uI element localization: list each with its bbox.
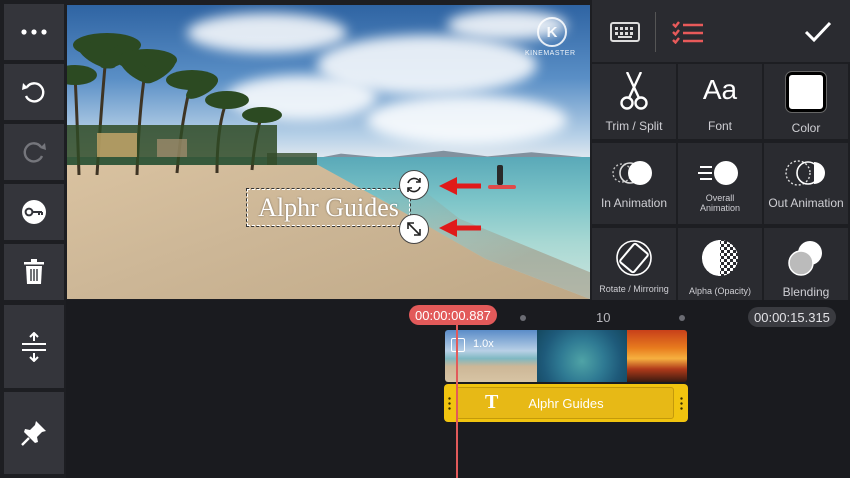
- text-clip[interactable]: T Alphr Guides: [444, 384, 688, 422]
- in-animation-option[interactable]: In Animation: [592, 143, 676, 224]
- more-button[interactable]: [4, 4, 64, 60]
- panel-header: [592, 0, 850, 62]
- blending-option[interactable]: Blending: [764, 228, 848, 300]
- overall-animation-label: Overall Animation: [699, 193, 741, 213]
- checkmark-icon[interactable]: [804, 20, 832, 44]
- redo-icon: [23, 142, 46, 163]
- undo-icon: [22, 82, 45, 103]
- color-swatch-icon: [785, 71, 827, 113]
- key-icon: [22, 200, 46, 224]
- rotate-handle[interactable]: [399, 170, 429, 200]
- resize-handle[interactable]: [399, 214, 429, 244]
- rotate-mirroring-label: Rotate / Mirroring: [599, 284, 669, 294]
- text-layer-box[interactable]: Alphr Guides: [246, 188, 411, 227]
- kinemaster-editor: K KINEMASTER Alphr Guides Trim / Split A…: [0, 0, 850, 478]
- expand-vertical-icon: [22, 331, 46, 362]
- redo-button[interactable]: [4, 124, 64, 180]
- in-animation-label: In Animation: [600, 196, 668, 210]
- blending-label: Blending: [782, 285, 830, 299]
- video-preview[interactable]: K KINEMASTER Alphr Guides: [67, 5, 590, 299]
- clip-thumbnail-underwater: [537, 330, 627, 382]
- out-animation-icon: [785, 160, 825, 186]
- paddleboarder: [497, 165, 503, 185]
- ruler-label: 10: [596, 310, 611, 325]
- clip-speed: 1.0x: [473, 338, 494, 350]
- rotate-mirroring-option[interactable]: Rotate / Mirroring: [592, 228, 676, 300]
- trim-split-option[interactable]: Trim / Split: [592, 64, 676, 139]
- undo-button[interactable]: [4, 64, 64, 120]
- annotation-arrow-icon: [439, 219, 481, 237]
- overall-animation-option[interactable]: Overall Animation: [678, 143, 762, 224]
- timeline-expand-button[interactable]: [4, 305, 64, 388]
- clip-frame-icon: [451, 338, 465, 352]
- text-clip-body: T Alphr Guides: [456, 387, 674, 419]
- font-icon: Aa: [702, 74, 738, 105]
- pin-icon: [21, 421, 46, 446]
- text-clip-label: Alphr Guides: [528, 395, 604, 411]
- watermark-text: KINEMASTER: [525, 50, 576, 57]
- clip-thumbnail-beach: 1.0x: [445, 330, 537, 382]
- kinemaster-logo-icon: K: [537, 17, 567, 47]
- paddleboard: [488, 185, 516, 189]
- font-label: Font: [707, 119, 732, 133]
- rotate-icon: [616, 240, 652, 276]
- alpha-icon: [702, 240, 738, 276]
- resize-diagonal-icon: [407, 222, 421, 236]
- playhead[interactable]: [456, 320, 458, 478]
- right-trim-handle-icon[interactable]: [680, 396, 683, 410]
- ruler-tick: [679, 315, 685, 321]
- current-time-badge: 00:00:00.887: [409, 305, 497, 325]
- left-trim-handle-icon[interactable]: [448, 396, 451, 410]
- palm-trees: [67, 33, 317, 175]
- total-time-badge: 00:00:15.315: [748, 307, 836, 327]
- more-dots-icon: [21, 29, 47, 35]
- out-animation-label: Out Animation: [768, 196, 844, 210]
- ruler-tick: [520, 315, 526, 321]
- out-animation-option[interactable]: Out Animation: [764, 143, 848, 224]
- left-toolbar: [0, 0, 66, 478]
- pin-button[interactable]: [4, 392, 64, 474]
- trash-icon: [24, 259, 44, 284]
- color-label: Color: [791, 121, 821, 135]
- overall-animation-icon: [698, 161, 738, 185]
- font-option[interactable]: Aa Font: [678, 64, 762, 139]
- keyboard-icon[interactable]: [610, 22, 640, 42]
- in-animation-icon: [612, 161, 652, 185]
- delete-button[interactable]: [4, 244, 64, 300]
- color-option[interactable]: Color: [764, 64, 848, 139]
- annotation-arrow-icon: [439, 177, 481, 195]
- alpha-opacity-label: Alpha (Opacity): [688, 286, 752, 296]
- video-clip[interactable]: 1.0x: [445, 330, 687, 382]
- timeline[interactable]: 10 00:00:00.887 00:00:15.315 1.0x T Alph…: [66, 300, 850, 478]
- alpha-opacity-option[interactable]: Alpha (Opacity): [678, 228, 762, 300]
- clip-thumbnail-sunset: [627, 330, 687, 382]
- scissors-icon: [620, 72, 648, 110]
- checklist-icon[interactable]: [672, 20, 704, 44]
- text-options-panel: Trim / Split Aa Font Color In Animation …: [592, 0, 850, 300]
- blending-icon: [788, 241, 822, 276]
- trim-split-label: Trim / Split: [605, 119, 663, 133]
- text-layer-content: Alphr Guides: [258, 192, 399, 222]
- rotate-icon: [407, 177, 421, 193]
- keyframe-button[interactable]: [4, 184, 64, 240]
